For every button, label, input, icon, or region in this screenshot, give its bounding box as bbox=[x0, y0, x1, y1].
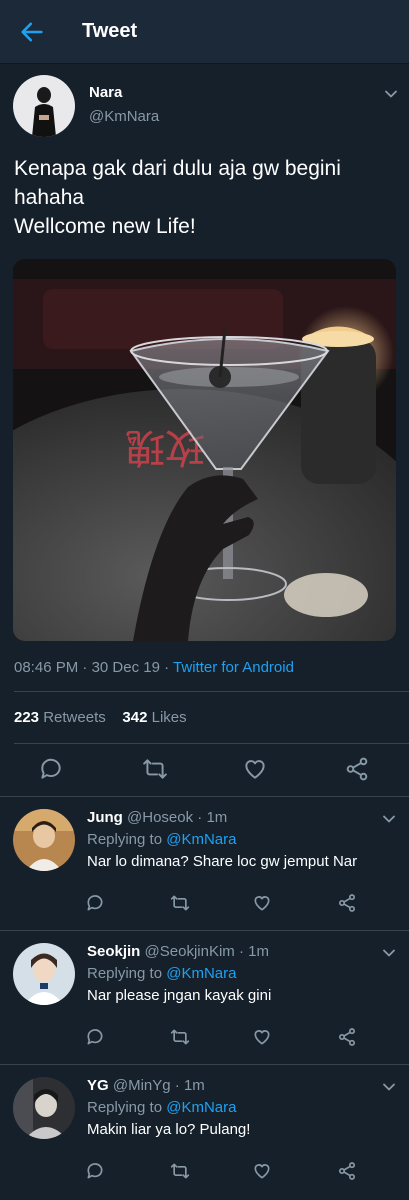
meta-separator: · bbox=[82, 659, 88, 676]
reply-header: Seokjin @SeokjinKim · 1m bbox=[87, 943, 269, 960]
retweet-icon bbox=[143, 759, 167, 779]
share-button[interactable] bbox=[337, 1027, 357, 1047]
avatar[interactable] bbox=[13, 809, 75, 871]
heart-icon bbox=[245, 760, 265, 779]
tweet-stats: 223 Retweets 342 Likes bbox=[14, 709, 187, 726]
main-tweet: Nara @KmNara Kenapa gak dari dulu aja gw… bbox=[0, 64, 409, 800]
share-button[interactable] bbox=[344, 756, 370, 782]
retweet-button[interactable] bbox=[170, 1027, 190, 1047]
chevron-down-icon bbox=[383, 815, 395, 823]
divider bbox=[14, 743, 409, 744]
tweet-meta: 08:46 PM · 30 Dec 19 · Twitter for Andro… bbox=[14, 659, 294, 676]
reply-text: Nar lo dimana? Share loc gw jemput Nar bbox=[87, 853, 358, 870]
meta-separator: · bbox=[197, 809, 203, 826]
share-icon bbox=[339, 1162, 355, 1180]
reply-menu-button[interactable] bbox=[381, 945, 397, 961]
reply-tweet[interactable]: Seokjin @SeokjinKim · 1m Replying to @Km… bbox=[0, 931, 409, 1064]
heart-icon bbox=[254, 1164, 270, 1179]
share-icon bbox=[346, 757, 368, 781]
top-bar: Tweet bbox=[0, 0, 409, 64]
reply-header: Jung @Hoseok · 1m bbox=[87, 809, 227, 826]
reply-header: YG @MinYg · 1m bbox=[87, 1077, 205, 1094]
retweet-count[interactable]: 223 bbox=[14, 709, 39, 726]
comment-icon bbox=[87, 1163, 103, 1179]
comment-icon bbox=[87, 895, 103, 911]
share-button[interactable] bbox=[337, 1161, 357, 1181]
author-handle[interactable]: @KmNara bbox=[89, 108, 159, 125]
meta-separator: · bbox=[164, 659, 170, 676]
page-title: Tweet bbox=[82, 20, 138, 42]
mention-link[interactable]: @KmNara bbox=[166, 965, 236, 982]
reply-button[interactable] bbox=[85, 1027, 105, 1047]
reply-button[interactable] bbox=[85, 1161, 105, 1181]
like-count[interactable]: 342 bbox=[122, 709, 147, 726]
heart-icon bbox=[254, 1030, 270, 1045]
divider bbox=[14, 691, 409, 692]
share-icon bbox=[339, 894, 355, 912]
tweet-text-line: hahaha bbox=[14, 186, 85, 209]
heart-icon bbox=[254, 896, 270, 911]
tweet-photo[interactable]: 玫瑰 bbox=[13, 259, 396, 641]
retweet-button[interactable] bbox=[142, 756, 168, 782]
like-button[interactable] bbox=[252, 1161, 272, 1181]
back-button[interactable] bbox=[18, 18, 46, 46]
avatar[interactable] bbox=[13, 1077, 75, 1139]
reply-author-handle[interactable]: @MinYg bbox=[113, 1077, 171, 1094]
retweet-icon bbox=[170, 1029, 190, 1045]
chevron-down-icon bbox=[385, 90, 397, 98]
comment-icon bbox=[41, 758, 61, 779]
reply-author-name[interactable]: Seokjin bbox=[87, 943, 140, 960]
retweet-icon bbox=[170, 1163, 190, 1179]
reply-tweet[interactable]: YG @MinYg · 1m Replying to @KmNara Makin… bbox=[0, 1065, 409, 1198]
avatar[interactable] bbox=[13, 75, 75, 137]
like-label[interactable]: Likes bbox=[152, 709, 187, 726]
reply-text: Nar please jngan kayak gini bbox=[87, 987, 272, 1004]
replying-label: Replying to bbox=[87, 965, 163, 982]
retweet-button[interactable] bbox=[170, 1161, 190, 1181]
tweet-menu-button[interactable] bbox=[383, 86, 399, 102]
reply-menu-button[interactable] bbox=[381, 811, 397, 827]
tweet-text: Kenapa gak dari dulu aja gw begini hahah… bbox=[14, 154, 394, 241]
tweet-source-link[interactable]: Twitter for Android bbox=[173, 659, 294, 676]
like-button[interactable] bbox=[252, 1027, 272, 1047]
reply-button[interactable] bbox=[38, 756, 64, 782]
meta-separator: · bbox=[238, 943, 244, 960]
like-button[interactable] bbox=[252, 893, 272, 913]
tweet-date: 30 Dec 19 bbox=[91, 659, 160, 676]
tweet-time: 08:46 PM bbox=[14, 659, 79, 676]
replying-to: Replying to @KmNara bbox=[87, 965, 236, 982]
reply-text: Makin liar ya lo? Pulang! bbox=[87, 1121, 251, 1138]
reply-author-name[interactable]: Jung bbox=[87, 809, 123, 826]
tweet-text-line: Kenapa gak dari dulu aja gw begini bbox=[14, 157, 341, 180]
reply-tweet[interactable]: Jung @Hoseok · 1m Replying to @KmNara Na… bbox=[0, 797, 409, 930]
like-button[interactable] bbox=[242, 756, 268, 782]
replying-to: Replying to @KmNara bbox=[87, 831, 236, 848]
avatar[interactable] bbox=[13, 943, 75, 1005]
reply-menu-button[interactable] bbox=[381, 1079, 397, 1095]
reply-button[interactable] bbox=[85, 893, 105, 913]
replying-to: Replying to @KmNara bbox=[87, 1099, 236, 1116]
chevron-down-icon bbox=[383, 949, 395, 957]
comment-icon bbox=[87, 1029, 103, 1045]
mention-link[interactable]: @KmNara bbox=[166, 831, 236, 848]
reply-time: 1m bbox=[206, 809, 228, 826]
mention-link[interactable]: @KmNara bbox=[166, 1099, 236, 1116]
share-icon bbox=[339, 1028, 355, 1046]
share-button[interactable] bbox=[337, 893, 357, 913]
reply-time: 1m bbox=[183, 1077, 205, 1094]
replying-label: Replying to bbox=[87, 1099, 163, 1116]
retweet-button[interactable] bbox=[170, 893, 190, 913]
reply-author-handle[interactable]: @Hoseok bbox=[127, 809, 193, 826]
reply-time: 1m bbox=[248, 943, 269, 960]
retweet-icon bbox=[170, 895, 190, 911]
arrow-left-icon bbox=[21, 22, 43, 42]
replying-label: Replying to bbox=[87, 831, 163, 848]
tweet-text-line: Wellcome new Life! bbox=[14, 215, 196, 238]
chevron-down-icon bbox=[383, 1083, 395, 1091]
reply-author-name[interactable]: YG bbox=[87, 1077, 109, 1094]
retweet-label[interactable]: Retweets bbox=[43, 709, 106, 726]
meta-separator: · bbox=[174, 1077, 180, 1094]
reply-author-handle[interactable]: @SeokjinKim bbox=[145, 943, 235, 960]
author-name[interactable]: Nara bbox=[89, 84, 122, 101]
